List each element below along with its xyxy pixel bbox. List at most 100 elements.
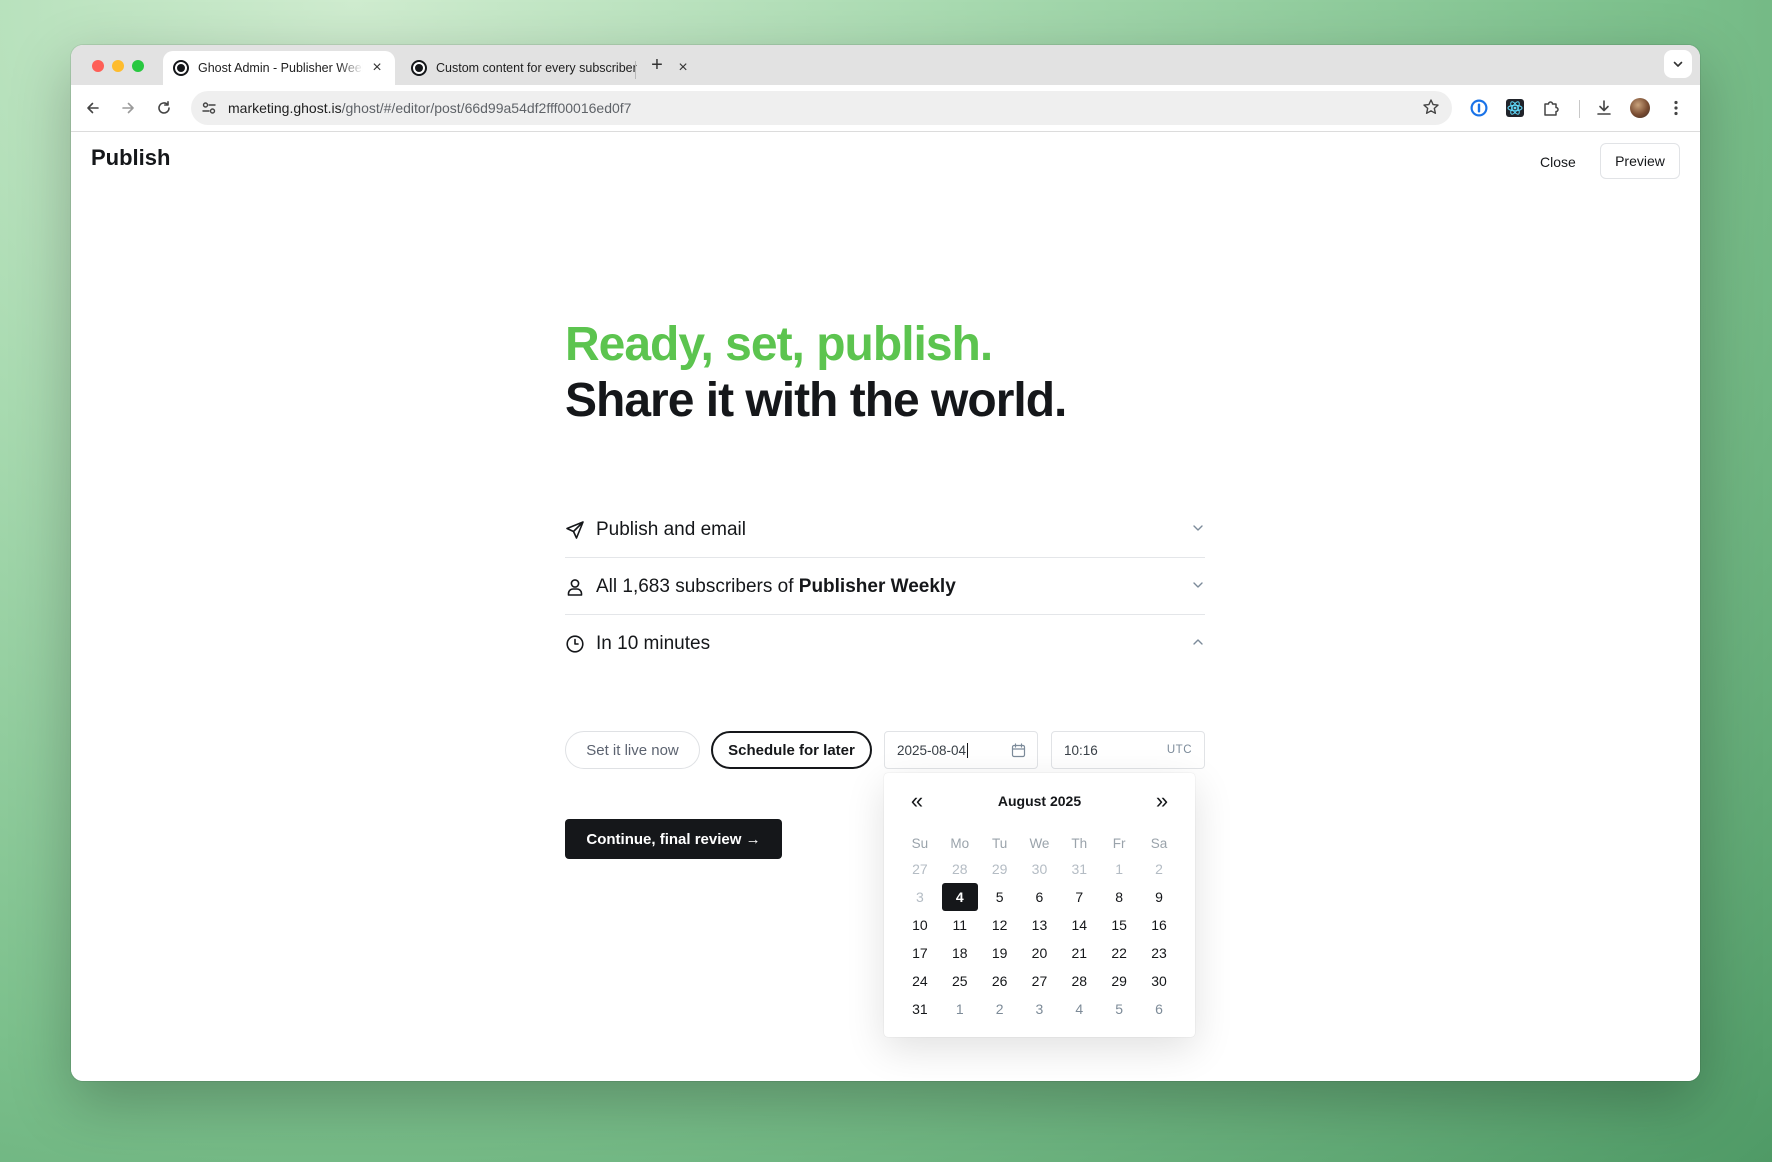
calendar-day[interactable]: 27 bbox=[900, 855, 940, 883]
schedule-time-input[interactable]: 10:16 UTC bbox=[1051, 731, 1205, 769]
calendar-icon[interactable] bbox=[1011, 743, 1026, 758]
calendar-day[interactable]: 4 bbox=[1059, 995, 1099, 1023]
calendar-day[interactable]: 29 bbox=[980, 855, 1020, 883]
calendar-day[interactable]: 19 bbox=[980, 939, 1020, 967]
calendar-day[interactable]: 7 bbox=[1059, 883, 1099, 911]
tab-separator bbox=[635, 61, 636, 79]
calendar-day[interactable]: 10 bbox=[900, 911, 940, 939]
audience-row[interactable]: All 1,683 subscribers of Publisher Weekl… bbox=[565, 559, 1205, 615]
datepicker-popup: « August 2025 » Su Mo Tu We Th Fr Sa 27 … bbox=[884, 773, 1195, 1037]
weekday-label: Th bbox=[1071, 836, 1088, 851]
calendar-day[interactable]: 2 bbox=[980, 995, 1020, 1023]
calendar-day[interactable]: 3 bbox=[900, 883, 940, 911]
calendar-day[interactable]: 28 bbox=[1059, 967, 1099, 995]
close-tab-icon[interactable]: × bbox=[369, 59, 385, 77]
audience-prefix: All 1,683 subscribers of bbox=[596, 575, 799, 597]
calendar-day[interactable]: 5 bbox=[980, 883, 1020, 911]
weekday-label: Tu bbox=[991, 836, 1008, 851]
calendar-day[interactable]: 11 bbox=[940, 911, 980, 939]
continue-final-review-button[interactable]: Continue, final review → bbox=[565, 819, 782, 859]
new-tab-button[interactable]: + bbox=[645, 53, 669, 77]
calendar-day[interactable]: 5 bbox=[1099, 995, 1139, 1023]
back-button[interactable] bbox=[82, 97, 104, 119]
password-manager-extension-icon[interactable] bbox=[1467, 96, 1491, 120]
calendar-day[interactable]: 30 bbox=[1139, 967, 1179, 995]
calendar-day[interactable]: 14 bbox=[1059, 911, 1099, 939]
calendar-week-row: 27 28 29 30 31 1 2 bbox=[900, 855, 1179, 883]
next-month-button[interactable]: » bbox=[1149, 790, 1175, 812]
calendar-day[interactable]: 29 bbox=[1099, 967, 1139, 995]
calendar-day[interactable]: 17 bbox=[900, 939, 940, 967]
chevron-down-icon bbox=[1193, 582, 1203, 588]
calendar-day[interactable]: 6 bbox=[1139, 995, 1179, 1023]
calendar-day[interactable]: 15 bbox=[1099, 911, 1139, 939]
calendar-day[interactable]: 6 bbox=[1020, 883, 1060, 911]
calendar-day[interactable]: 16 bbox=[1139, 911, 1179, 939]
schedule-date-input[interactable]: 2025-08-04 bbox=[884, 731, 1038, 769]
calendar-day-selected[interactable]: 4 bbox=[941, 883, 978, 911]
calendar-day[interactable]: 31 bbox=[900, 995, 940, 1023]
calendar-day[interactable]: 8 bbox=[1099, 883, 1139, 911]
audience-label: All 1,683 subscribers of Publisher Weekl… bbox=[596, 576, 956, 598]
tab-search-button[interactable] bbox=[1664, 50, 1692, 78]
chevron-up-icon bbox=[1193, 639, 1203, 645]
calendar-day[interactable]: 27 bbox=[1020, 967, 1060, 995]
calendar-day[interactable]: 30 bbox=[1020, 855, 1060, 883]
calendar-day[interactable]: 31 bbox=[1059, 855, 1099, 883]
time-value: 10:16 bbox=[1064, 742, 1098, 758]
bookmark-star-icon[interactable] bbox=[1422, 98, 1440, 121]
browser-toolbar: marketing.ghost.is/ghost/#/editor/post/6… bbox=[71, 85, 1700, 132]
site-settings-icon[interactable] bbox=[198, 97, 220, 119]
publish-type-label: Publish and email bbox=[596, 518, 746, 540]
ghost-favicon-icon bbox=[411, 60, 427, 76]
calendar-day[interactable]: 25 bbox=[940, 967, 980, 995]
close-tab-icon[interactable]: × bbox=[675, 59, 691, 77]
timing-row[interactable]: In 10 minutes bbox=[565, 616, 1205, 672]
forward-button[interactable] bbox=[117, 97, 139, 119]
close-window-button[interactable] bbox=[92, 60, 104, 72]
calendar-day[interactable]: 24 bbox=[900, 967, 940, 995]
calendar-day[interactable]: 20 bbox=[1020, 939, 1060, 967]
weekday-label: Fr bbox=[1112, 836, 1126, 851]
publish-page: Publish Close Preview Ready, set, publis… bbox=[71, 132, 1700, 1081]
downloads-icon[interactable] bbox=[1592, 96, 1616, 120]
schedule-for-later-button[interactable]: Schedule for later bbox=[711, 731, 872, 769]
calendar-day[interactable]: 18 bbox=[940, 939, 980, 967]
date-value: 2025-08-04 bbox=[897, 742, 967, 758]
react-devtools-extension-icon[interactable] bbox=[1503, 96, 1527, 120]
hero-headline-dark: Share it with the world. bbox=[565, 374, 1067, 427]
browser-tab-active[interactable]: Ghost Admin - Publisher Weekly × bbox=[163, 51, 395, 85]
weekday-label: Su bbox=[911, 836, 929, 851]
weekday-header-row: Su Mo Tu We Th Fr Sa bbox=[900, 835, 1179, 853]
toolbar-divider bbox=[1579, 100, 1580, 118]
timing-label: In 10 minutes bbox=[596, 633, 711, 654]
set-live-now-button[interactable]: Set it live now bbox=[565, 731, 700, 769]
browser-menu-icon[interactable] bbox=[1664, 96, 1688, 120]
calendar-day[interactable]: 12 bbox=[980, 911, 1020, 939]
profile-avatar[interactable] bbox=[1628, 96, 1652, 120]
weekday-label: Sa bbox=[1150, 836, 1168, 851]
reload-button[interactable] bbox=[153, 97, 175, 119]
calendar-day[interactable]: 3 bbox=[1020, 995, 1060, 1023]
preview-button[interactable]: Preview bbox=[1600, 143, 1680, 179]
calendar-day[interactable]: 13 bbox=[1020, 911, 1060, 939]
calendar-day[interactable]: 26 bbox=[980, 967, 1020, 995]
calendar-day[interactable]: 22 bbox=[1099, 939, 1139, 967]
address-bar[interactable]: marketing.ghost.is/ghost/#/editor/post/6… bbox=[191, 91, 1452, 125]
calendar-day[interactable]: 21 bbox=[1059, 939, 1099, 967]
minimize-window-button[interactable] bbox=[112, 60, 124, 72]
url-text: marketing.ghost.is/ghost/#/editor/post/6… bbox=[228, 100, 631, 116]
close-button[interactable]: Close bbox=[1536, 150, 1580, 174]
calendar-day[interactable]: 1 bbox=[1099, 855, 1139, 883]
chevron-down-icon bbox=[1673, 61, 1683, 67]
calendar-day[interactable]: 9 bbox=[1139, 883, 1179, 911]
publish-type-row[interactable]: Publish and email bbox=[565, 502, 1205, 558]
calendar-day[interactable]: 2 bbox=[1139, 855, 1179, 883]
calendar-day[interactable]: 23 bbox=[1139, 939, 1179, 967]
hero-headline-green: Ready, set, publish. bbox=[565, 318, 993, 371]
extensions-puzzle-icon[interactable] bbox=[1539, 96, 1563, 120]
calendar-day[interactable]: 1 bbox=[940, 995, 980, 1023]
weekday-label: Mo bbox=[950, 836, 970, 851]
calendar-day[interactable]: 28 bbox=[940, 855, 980, 883]
maximize-window-button[interactable] bbox=[132, 60, 144, 72]
